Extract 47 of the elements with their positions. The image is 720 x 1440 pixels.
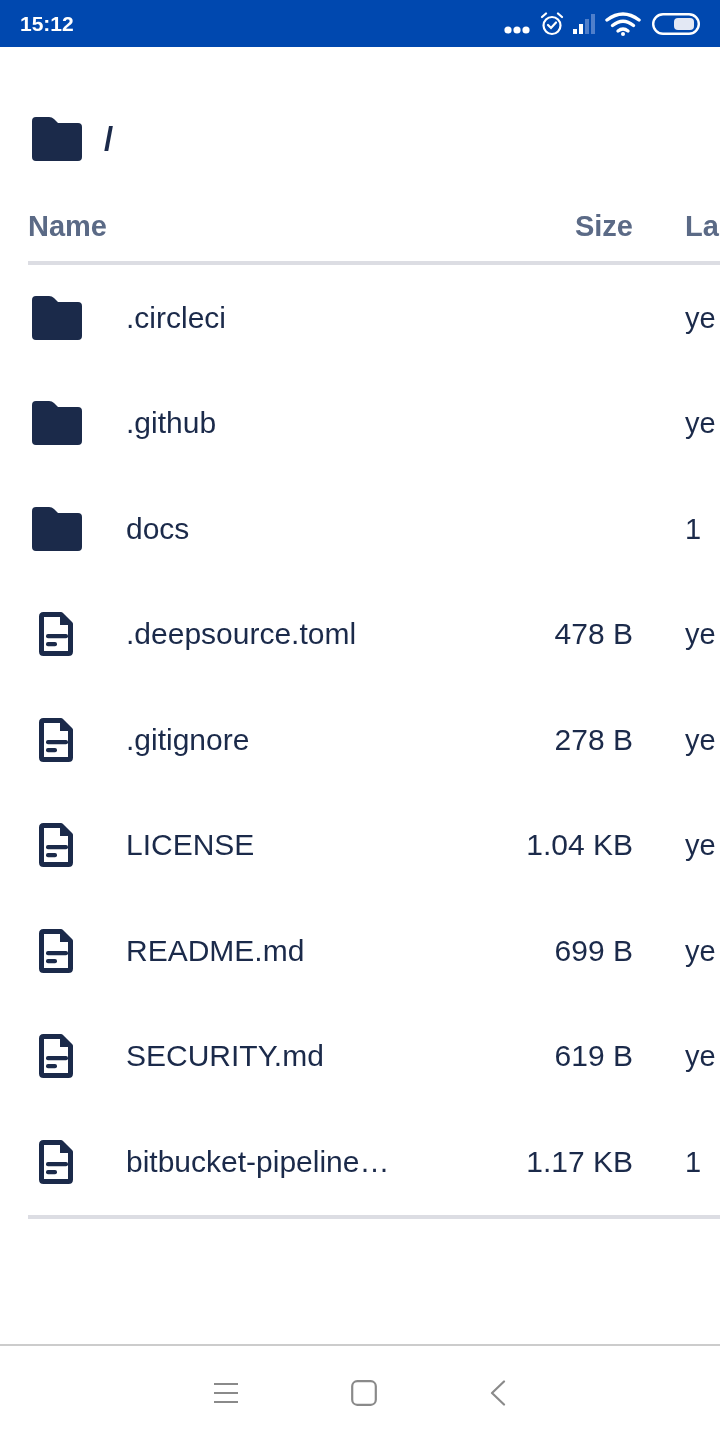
folder-icon — [32, 506, 82, 551]
table-cell: ye — [685, 301, 716, 334]
signal-icon — [573, 13, 597, 34]
file-size: 699 B — [554, 933, 633, 967]
document-icon — [39, 823, 73, 868]
table-cell: ye — [685, 618, 716, 651]
table-cell: ye — [685, 407, 716, 440]
file-size: 619 B — [554, 1039, 633, 1073]
table-cell: ye — [685, 1040, 716, 1073]
document-icon — [39, 928, 73, 973]
alarm-clock-icon — [540, 11, 564, 36]
table-cell: ye — [685, 934, 716, 967]
document-icon — [39, 612, 73, 657]
column-header: La — [685, 209, 720, 243]
file-name[interactable]: .circleci — [126, 300, 226, 334]
table-cell: 1 — [685, 1145, 702, 1178]
file-name[interactable]: SECURITY.md — [126, 1039, 324, 1073]
file-size: 1.17 KB — [526, 1144, 633, 1178]
chevron-left-icon[interactable] — [490, 1380, 506, 1406]
file-name[interactable]: .deepsource.toml — [126, 617, 357, 651]
table-cell: ye — [685, 829, 716, 862]
ellipsis-icon — [504, 25, 530, 34]
folder-icon — [32, 401, 82, 446]
document-icon — [39, 1034, 73, 1079]
clock-time: 15:12 — [20, 11, 74, 36]
folder-icon — [32, 295, 82, 340]
file-size: 478 B — [554, 617, 633, 651]
document-icon — [39, 717, 73, 762]
file-name[interactable]: LICENSE — [126, 828, 255, 862]
column-header: Name — [28, 209, 108, 243]
table-cell: ye — [685, 723, 716, 756]
menu-icon[interactable] — [214, 1382, 238, 1404]
file-size: 278 B — [554, 722, 633, 756]
file-name[interactable]: .github — [126, 406, 217, 440]
file-name[interactable]: .gitignore — [126, 722, 250, 756]
table-cell: 1 — [685, 512, 702, 545]
file-name[interactable]: README.md — [126, 933, 305, 967]
breadcrumb-path[interactable]: / — [104, 121, 114, 157]
square-icon[interactable] — [351, 1380, 377, 1406]
file-name[interactable]: bitbucket-pipeline… — [126, 1144, 390, 1178]
file-name[interactable]: docs — [126, 511, 190, 545]
file-size: 1.04 KB — [526, 828, 633, 862]
column-header: Size — [573, 209, 633, 243]
battery-icon — [652, 12, 700, 35]
folder-icon — [32, 117, 82, 161]
wifi-icon — [605, 11, 641, 36]
document-icon — [39, 1139, 73, 1184]
